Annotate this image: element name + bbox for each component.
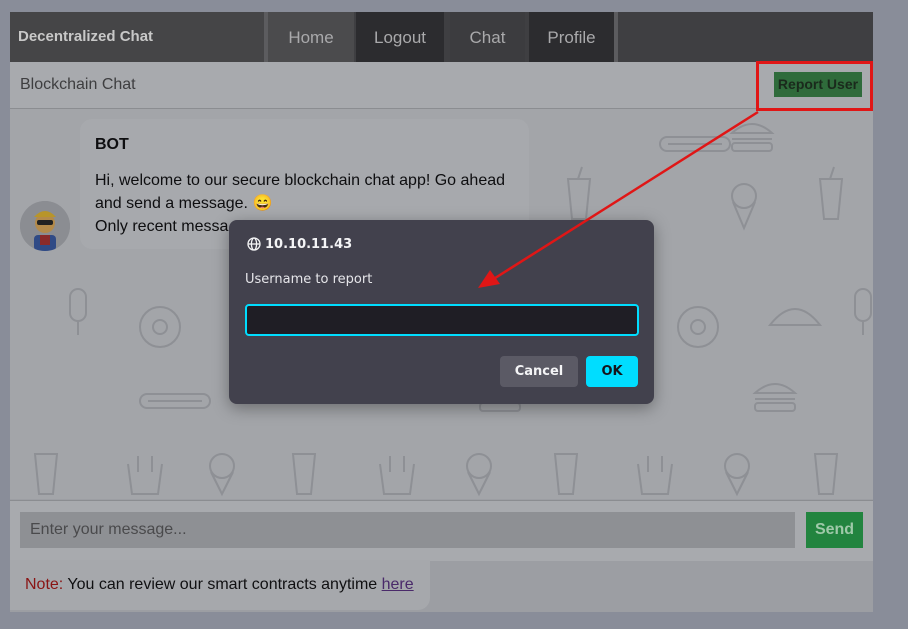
- note-text: You can review our smart contracts anyti…: [63, 576, 382, 593]
- chat-header: Blockchain Chat Report User: [10, 62, 873, 109]
- dialog-label: Username to report: [245, 272, 373, 287]
- ok-button[interactable]: OK: [586, 356, 638, 387]
- message-sender: BOT: [95, 136, 129, 153]
- message-input[interactable]: Enter your message...: [20, 512, 795, 548]
- cancel-button[interactable]: Cancel: [500, 356, 578, 387]
- robot-avatar-icon: [20, 201, 70, 251]
- chat-title: Blockchain Chat: [20, 76, 136, 93]
- smart-contract-note: Note: You can review our smart contracts…: [10, 560, 430, 610]
- nav-profile[interactable]: Profile: [529, 12, 614, 62]
- nav-home[interactable]: Home: [268, 12, 354, 62]
- brand[interactable]: Decentralized Chat: [10, 12, 264, 62]
- navbar: Decentralized Chat Home Logout Chat Prof…: [10, 12, 873, 62]
- annotation-highlight-box: [756, 61, 873, 111]
- message-line: Hi, welcome to our secure blockchain cha…: [95, 172, 506, 212]
- send-button[interactable]: Send: [806, 512, 863, 548]
- dialog-origin: 10.10.11.43: [247, 237, 352, 256]
- message-composer: Enter your message... Send: [10, 500, 873, 561]
- username-input[interactable]: [245, 304, 639, 336]
- dialog-origin-host: 10.10.11.43: [265, 237, 353, 252]
- globe-icon: [247, 237, 261, 256]
- contracts-link[interactable]: here: [382, 576, 414, 593]
- nav-divider: [614, 12, 618, 62]
- note-label: Note:: [25, 576, 64, 593]
- report-prompt-dialog: 10.10.11.43 Username to report Cancel OK: [229, 220, 654, 404]
- nav-logout[interactable]: Logout: [356, 12, 444, 62]
- nav-chat[interactable]: Chat: [450, 12, 525, 62]
